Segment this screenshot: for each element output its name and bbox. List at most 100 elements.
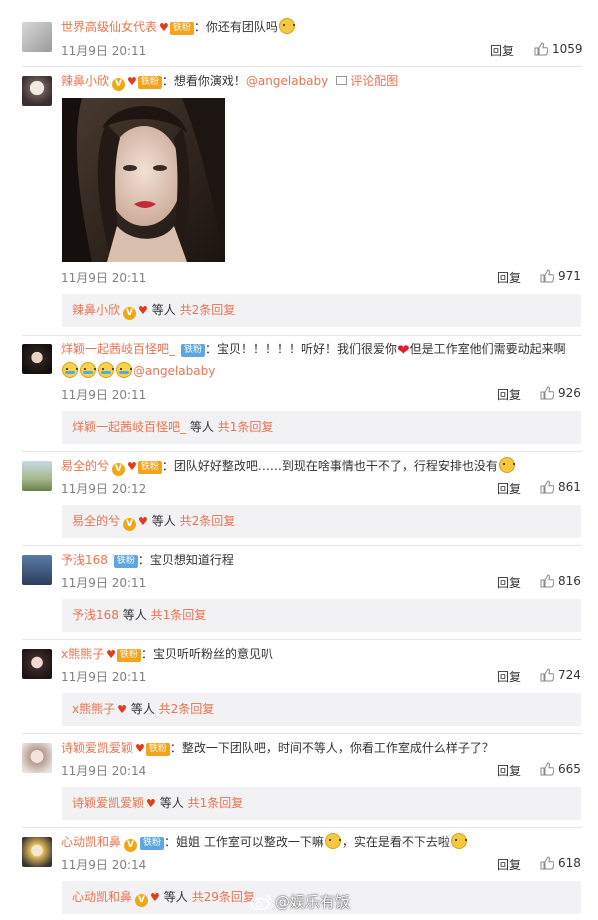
- like-button[interactable]: 861: [540, 480, 581, 494]
- fan-badge[interactable]: 铁粉: [113, 555, 138, 568]
- reply-button[interactable]: 回复: [497, 856, 521, 873]
- like-count: 861: [558, 480, 581, 494]
- avatar[interactable]: [22, 344, 52, 374]
- comment-photo[interactable]: [62, 98, 225, 262]
- username[interactable]: 心动凯和鼻: [61, 835, 121, 849]
- timestamp: 11月9日 20:12: [61, 482, 147, 496]
- like-button[interactable]: 1059: [534, 42, 583, 56]
- reply-button[interactable]: 回复: [497, 762, 521, 779]
- username[interactable]: 烊颖一起茜岐百怪吧_: [61, 342, 175, 356]
- mention-link[interactable]: @angelababy: [246, 74, 328, 88]
- like-count: 971: [558, 269, 581, 283]
- confused-emoji-icon: [278, 18, 295, 34]
- fan-badge[interactable]: 铁粉: [137, 461, 162, 474]
- sub-reply-user[interactable]: 心动凯和鼻: [72, 890, 132, 904]
- sub-replies-bar[interactable]: 诗颖爱凯爱颖 ♥ 等人 共1条回复: [62, 787, 581, 820]
- sub-reply-text: 等人: [151, 303, 176, 317]
- reply-button[interactable]: 回复: [497, 386, 521, 403]
- thumbs-up-icon: [540, 480, 554, 494]
- divider: [22, 335, 582, 336]
- like-button[interactable]: 971: [540, 269, 581, 283]
- avatar[interactable]: [22, 837, 52, 867]
- verified-icon: V: [112, 463, 126, 476]
- sub-reply-user[interactable]: 诗颖爱凯爱颖: [72, 796, 144, 810]
- more-replies-link[interactable]: 共1条回复: [218, 420, 274, 434]
- thumbs-up-icon: [540, 386, 554, 400]
- comment-text-continued: 但是工作室他们需要动起来啊: [409, 342, 566, 356]
- fan-badge[interactable]: 铁粉: [137, 76, 162, 89]
- fan-badge[interactable]: 铁粉: [140, 837, 165, 850]
- username[interactable]: 诗颖爱凯爱颖: [61, 741, 133, 755]
- sub-reply-text: 等人: [130, 702, 155, 716]
- avatar[interactable]: [22, 649, 52, 679]
- divider: [22, 66, 582, 67]
- more-replies-link[interactable]: 共2条回复: [159, 702, 215, 716]
- username[interactable]: x熊熊子: [61, 647, 104, 661]
- reply-button[interactable]: 回复: [497, 269, 521, 286]
- like-count: 724: [558, 668, 581, 682]
- like-button[interactable]: 618: [540, 856, 581, 870]
- mention-link[interactable]: @angelababy: [133, 364, 215, 378]
- comment-text: ：宝贝想知道行程: [137, 553, 234, 567]
- heart-icon: ♥: [159, 21, 169, 34]
- sub-replies-bar[interactable]: 易全的兮 V ♥ 等人 共2条回复: [62, 505, 581, 538]
- more-replies-link[interactable]: 共1条回复: [188, 796, 244, 810]
- sub-replies-bar[interactable]: x熊熊子 ♥ 等人 共2条回复: [62, 693, 581, 726]
- heart-icon: ♥: [127, 460, 137, 473]
- fan-badge[interactable]: 铁粉: [116, 649, 141, 662]
- sub-reply-user[interactable]: 烊颖一起茜岐百怪吧_: [72, 420, 186, 434]
- sub-reply-user[interactable]: x熊熊子: [72, 702, 115, 716]
- timestamp: 11月9日 20:11: [61, 576, 147, 590]
- heart-icon: ♥: [146, 797, 156, 810]
- reply-button[interactable]: 回复: [490, 42, 514, 59]
- comment-picture-link[interactable]: 评论配图: [336, 74, 398, 88]
- picture-icon: [336, 76, 348, 85]
- reply-button[interactable]: 回复: [497, 668, 521, 685]
- more-replies-link[interactable]: 共2条回复: [180, 514, 236, 528]
- sub-replies-bar[interactable]: 辣鼻小欣 V ♥ 等人 共2条回复: [62, 294, 581, 327]
- avatar[interactable]: [22, 461, 52, 491]
- reply-button[interactable]: 回复: [497, 480, 521, 497]
- sub-reply-user[interactable]: 予浅168: [72, 608, 119, 622]
- like-button[interactable]: 816: [540, 574, 581, 588]
- sub-reply-user[interactable]: 辣鼻小欣: [72, 303, 120, 317]
- comment-text: ：你还有团队吗: [193, 20, 278, 34]
- comment-text: ：姐姐 工作室可以整改一下嘛: [164, 835, 324, 849]
- more-replies-link[interactable]: 共1条回复: [151, 608, 207, 622]
- like-count: 665: [558, 762, 581, 776]
- sub-reply-text: 等人: [122, 608, 147, 622]
- verified-icon: V: [112, 78, 126, 91]
- like-button[interactable]: 665: [540, 762, 581, 776]
- avatar[interactable]: [22, 76, 52, 106]
- more-replies-link[interactable]: 共29条回复: [192, 890, 255, 904]
- watermark: @娱乐有饭: [250, 891, 350, 912]
- username[interactable]: 世界高级仙女代表: [61, 20, 157, 34]
- thumbs-up-icon: [540, 668, 554, 682]
- avatar[interactable]: [22, 555, 52, 585]
- sub-reply-text: 等人: [163, 890, 188, 904]
- divider: [22, 545, 582, 546]
- like-button[interactable]: 724: [540, 668, 581, 682]
- sub-replies-bar[interactable]: 烊颖一起茜岐百怪吧_ 等人 共1条回复: [62, 411, 581, 444]
- comment-text-continued: ，实在是看不下去啦: [341, 835, 450, 849]
- username[interactable]: 辣鼻小欣: [61, 74, 109, 88]
- more-replies-link[interactable]: 共2条回复: [180, 303, 236, 317]
- divider: [22, 733, 582, 734]
- fan-badge[interactable]: 铁粉: [181, 344, 206, 357]
- username[interactable]: 予浅168: [61, 553, 108, 567]
- username[interactable]: 易全的兮: [61, 459, 109, 473]
- reply-button[interactable]: 回复: [497, 574, 521, 591]
- sub-replies-bar[interactable]: 予浅168 等人 共1条回复: [62, 599, 581, 632]
- sub-reply-user[interactable]: 易全的兮: [72, 514, 120, 528]
- timestamp: 11月9日 20:14: [61, 764, 147, 778]
- timestamp: 11月9日 20:11: [61, 271, 147, 285]
- like-button[interactable]: 926: [540, 386, 581, 400]
- avatar[interactable]: [22, 22, 52, 52]
- fan-badge[interactable]: 铁粉: [145, 743, 170, 756]
- crying-emoji-icon: [98, 362, 114, 378]
- avatar[interactable]: [22, 743, 52, 773]
- thumbs-up-icon: [540, 856, 554, 870]
- divider: [22, 639, 582, 640]
- fan-badge[interactable]: 铁粉: [169, 22, 194, 35]
- laughing-emoji-icon: [498, 457, 515, 473]
